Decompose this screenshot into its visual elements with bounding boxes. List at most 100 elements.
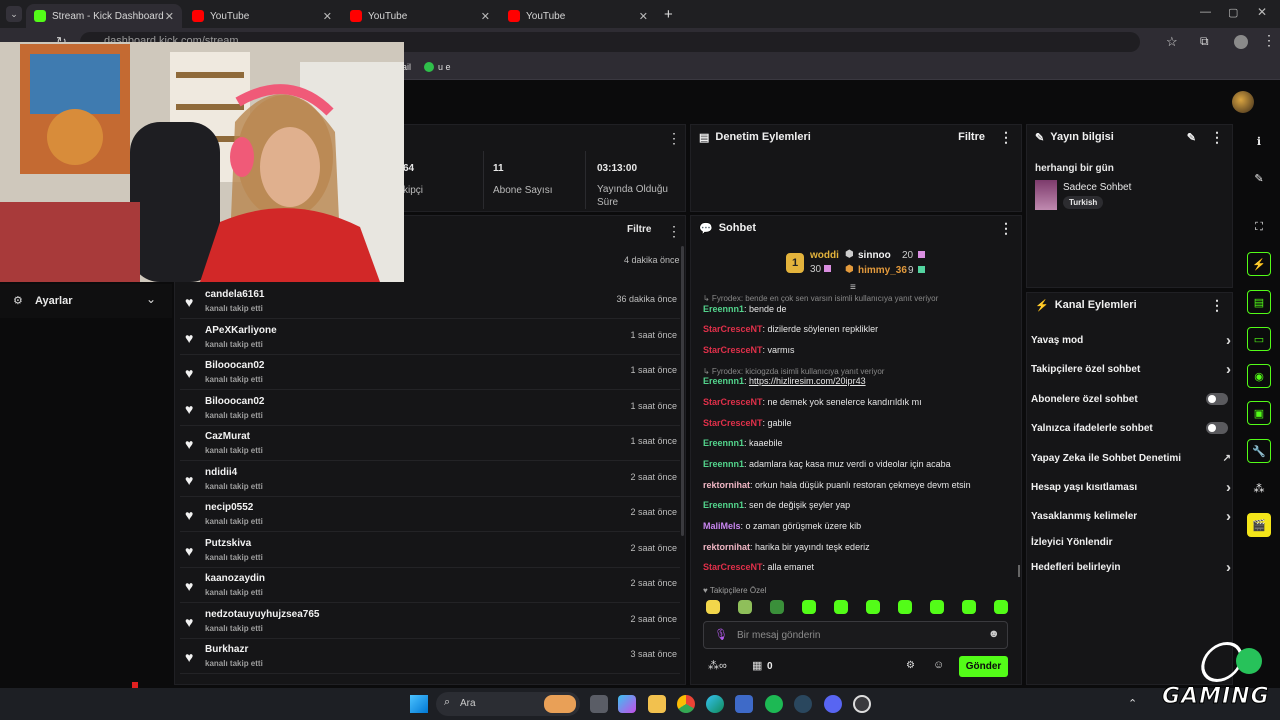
follower-row[interactable]: ♥ Bilooocan02 kanalı takip etti 1 saat önce [180,391,680,426]
follower-row[interactable]: ♥ APeXKarliyone kanalı takip etti 1 saat ön… [180,320,680,355]
info-icon[interactable]: ℹ [1247,129,1271,153]
chat-username[interactable]: Ereennn1 [703,500,744,510]
edit-icon[interactable]: ✎ [1187,131,1196,144]
chat-username[interactable]: StarCresceNT [703,324,763,334]
follower-row[interactable]: ♥ kaanozaydin kanalı takip etti 2 saat önce [180,568,680,603]
chat-username[interactable]: rektornihat [703,542,750,552]
channel-action-item[interactable]: Abonelere özel sohbet [1031,389,1231,409]
chat-link[interactable]: https://hizliresim.com/20ipr43 [749,376,866,386]
file-explorer-icon[interactable] [648,695,666,713]
chevron-down-icon[interactable]: ⌄ [146,292,156,306]
tab-search-icon[interactable]: ⌄ [6,6,22,22]
scrollbar[interactable] [681,246,684,536]
more-options-icon[interactable]: ⋮ [667,224,681,238]
channel-action-item[interactable]: Yalnızca ifadelerle sohbet [1031,418,1231,438]
follower-row[interactable]: ♥ Putzskiva kanalı takip etti 2 saat önce [180,533,680,568]
toggle-switch[interactable] [1206,422,1228,434]
follower-name[interactable]: necip0552 [205,502,253,513]
follower-name[interactable]: kaanozaydin [205,573,265,584]
window-minimize-button[interactable]: — [1200,6,1211,18]
bookmark-star-icon[interactable]: ☆ [1166,34,1178,50]
task-view-icon[interactable] [590,695,608,713]
document-icon[interactable]: ▤ [1247,290,1271,314]
follower-name[interactable]: ndidii4 [205,467,237,478]
window-maximize-button[interactable]: ▢ [1228,6,1238,19]
follower-name[interactable]: CazMurat [205,431,250,442]
edge-icon[interactable] [706,695,724,713]
close-tab-icon[interactable]: ✕ [323,10,332,23]
followers-infinity-icon[interactable]: ⁂∞ [708,659,727,672]
chat-scrollbar[interactable] [1018,565,1020,577]
bookmark-item[interactable]: u e [438,62,451,72]
steam-icon[interactable] [794,695,812,713]
more-options-icon[interactable]: ⋮ [667,131,681,145]
tab-kick-dashboard[interactable]: Stream - Kick Dashboard ✕ [26,4,182,28]
store-app-icon[interactable] [735,695,753,713]
channel-action-item[interactable]: Takipçilere özel sohbet › [1031,359,1231,379]
emote-icon[interactable] [930,600,944,614]
follower-name[interactable]: APeXKarliyone [205,325,277,336]
chat-input-box[interactable]: 🎙 Bir mesaj gönderin ☻ [703,621,1008,649]
more-options-icon[interactable]: ⋮ [999,130,1013,144]
chat-username[interactable]: StarCresceNT [703,418,763,428]
extensions-icon[interactable]: ⧉ [1200,34,1209,49]
chat-bubble-icon[interactable]: ▭ [1247,327,1271,351]
tab-youtube-3[interactable]: YouTube ✕ [500,4,656,28]
microphone-icon[interactable]: 🎙 [714,628,728,641]
follower-row[interactable]: ♥ candela6161 kanalı takip etti 36 dakika ö… [180,284,680,319]
new-tab-button[interactable]: + [664,6,673,23]
profile-avatar[interactable] [1234,35,1248,49]
filter-button[interactable]: Filtre [627,224,651,235]
channel-action-item[interactable]: Hesap yaşı kısıtlaması › [1031,477,1231,497]
follower-row[interactable]: ♥ Bilooocan02 kanalı takip etti 1 saat önce [180,355,680,390]
user-avatar[interactable] [1232,91,1254,113]
wrench-icon[interactable]: 🔧 [1247,439,1271,463]
window-close-button[interactable]: ✕ [1257,5,1267,19]
tab-youtube-2[interactable]: YouTube ✕ [342,4,498,28]
lightning-icon[interactable]: ⚡ [1247,252,1271,276]
more-options-icon[interactable]: ⋮ [999,221,1013,235]
follower-name[interactable]: Putzskiva [205,538,251,549]
follower-row[interactable]: ♥ necip0552 kanalı takip etti 2 saat önce [180,497,680,532]
channel-action-item[interactable]: Hedefleri belirleyin › [1031,557,1231,577]
emoji-icon[interactable]: ☻ [988,628,1000,640]
close-tab-icon[interactable]: ✕ [639,10,648,23]
emote-icon[interactable] [962,600,976,614]
windows-start-icon[interactable] [410,695,428,713]
emote-icon[interactable] [834,600,848,614]
clapperboard-icon[interactable]: 🎬 [1247,513,1271,537]
chat-username[interactable]: rektornihat [703,480,750,490]
settings-section[interactable]: ⚙ Ayarlar ⌄ [0,284,172,318]
chat-username[interactable]: StarCresceNT [703,397,763,407]
follower-row[interactable]: ♥ ndidii4 kanalı takip etti 2 saat önce [180,462,680,497]
broadcast-icon[interactable]: ◉ [1247,364,1271,388]
leaderboard-name[interactable]: sinnoo [858,250,891,261]
chat-username[interactable]: Ereennn1 [703,304,744,314]
emote-icon[interactable] [898,600,912,614]
follower-name[interactable]: nedzotauyuyhujzsea765 [205,609,319,620]
chat-settings-icon[interactable]: ⚙ [906,660,915,671]
crop-icon[interactable]: ⛶ [1247,215,1271,239]
pencil-icon[interactable]: ✎ [1247,166,1271,190]
follower-row[interactable]: ♥ nedzotauyuyhujzsea765 kanalı takip etti 2… [180,604,680,639]
toggle-switch[interactable] [1206,393,1228,405]
follower-row[interactable]: ♥ CazMurat kanalı takip etti 1 saat önce [180,426,680,461]
channel-action-item[interactable]: Yapay Zeka ile Sohbet Denetimi ↗ [1031,448,1231,468]
store-icon[interactable]: ▦ [752,659,762,672]
close-tab-icon[interactable]: ✕ [481,10,490,23]
category-name[interactable]: Sadece Sohbet [1063,182,1131,193]
spotify-icon[interactable] [765,695,783,713]
emote-icon[interactable] [770,600,784,614]
calendar-icon[interactable]: ▣ [1247,401,1271,425]
chat-username[interactable]: MaliMels [703,521,741,531]
leaderboard-name[interactable]: woddi [810,250,839,261]
emote-icon[interactable] [738,600,752,614]
apps-icon[interactable]: ⁂ [1247,476,1271,500]
copilot-icon[interactable] [618,695,636,713]
emote-icon[interactable]: ☺ [933,659,944,671]
emote-icon[interactable] [994,600,1008,614]
chat-username[interactable]: Ereennn1 [703,438,744,448]
chat-username[interactable]: StarCresceNT [703,562,763,572]
emote-icon[interactable] [802,600,816,614]
follower-name[interactable]: Burkhazr [205,644,248,655]
